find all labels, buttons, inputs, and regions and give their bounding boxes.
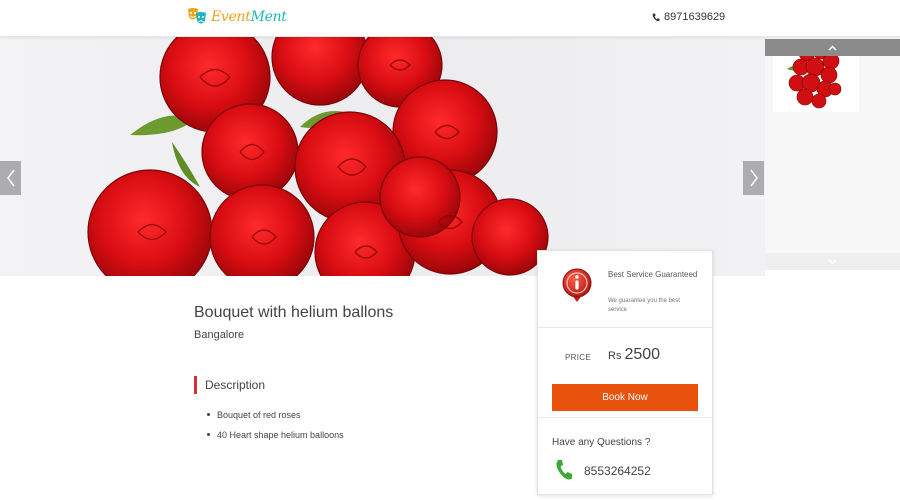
guarantee-title: Best Service Guaranteed (608, 270, 698, 279)
phone-icon (652, 13, 660, 21)
chevron-left-icon (6, 169, 15, 187)
header-phone[interactable]: 8971639629 (652, 11, 725, 23)
price-value: Rs 2500 (608, 346, 660, 364)
carousel-next-button[interactable] (743, 161, 764, 195)
info-badge-icon (562, 268, 592, 302)
site-header: EventMent 8971639629 (0, 0, 900, 37)
phone-handset-icon[interactable] (555, 459, 573, 481)
guarantee-text: We guarantee you the best service (608, 298, 680, 313)
booking-card: Best Service Guaranteed We guarantee you… (537, 250, 713, 495)
header-phone-number: 8971639629 (664, 11, 726, 23)
chevron-up-icon (828, 44, 837, 51)
price-amount: 2500 (624, 346, 661, 363)
list-item: 40 Heart shape helium balloons (207, 428, 344, 448)
theater-masks-icon (186, 6, 208, 28)
guarantee-section: Best Service Guaranteed We guarantee you… (538, 251, 712, 328)
chevron-right-icon (749, 169, 758, 187)
product-title: Bouquet with helium ballons (194, 304, 394, 321)
questions-label: Have any Questions ? (552, 437, 651, 448)
price-currency: Rs (608, 350, 622, 362)
roses-image (87, 37, 549, 276)
product-city: Bangalore (194, 329, 245, 341)
logo-text: EventMent (211, 9, 287, 25)
book-now-button[interactable]: Book Now (552, 384, 698, 411)
product-hero-image (0, 37, 765, 276)
chevron-down-icon (828, 258, 837, 265)
thumbnail-strip (765, 37, 900, 270)
description-heading: Description (194, 376, 265, 394)
site-logo[interactable]: EventMent (186, 6, 287, 28)
list-item: Bouquet of red roses (207, 408, 344, 428)
thumbnail-scroll-up-button[interactable] (765, 39, 900, 56)
card-divider (538, 417, 712, 418)
thumbnail-scroll-down-button[interactable] (765, 253, 900, 270)
contact-phone-number[interactable]: 8553264252 (584, 464, 651, 478)
description-list: Bouquet of red roses 40 Heart shape heli… (207, 408, 344, 448)
carousel-prev-button[interactable] (0, 161, 21, 195)
price-label: PRICE (565, 353, 591, 362)
